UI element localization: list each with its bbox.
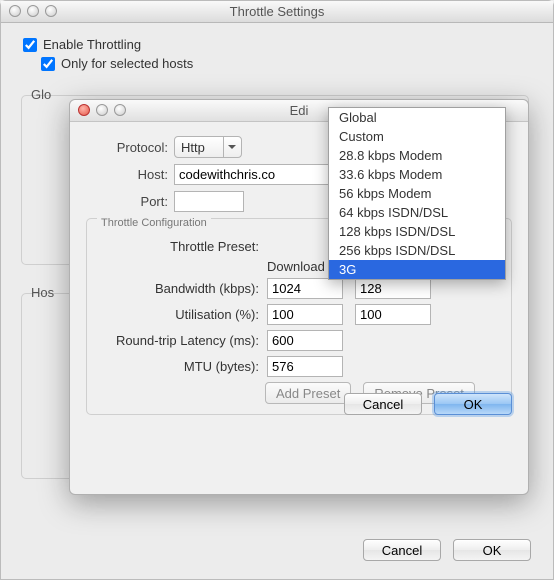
dialog-title: Edi: [290, 103, 309, 118]
only-selected-label: Only for selected hosts: [61, 56, 193, 71]
preset-option[interactable]: 3G: [329, 260, 505, 279]
bandwidth-row: Bandwidth (kbps):: [97, 278, 501, 299]
edit-host-dialog: Edi Protocol: Http Host: Port: Throttle …: [69, 99, 529, 495]
preset-option[interactable]: 128 kbps ISDN/DSL: [329, 222, 505, 241]
bandwidth-upload-input[interactable]: [355, 278, 431, 299]
outer-ok-button[interactable]: OK: [453, 539, 531, 561]
dialog-button-row: Cancel OK: [344, 393, 512, 415]
outer-body: Enable Throttling Only for selected host…: [1, 23, 553, 89]
window-title: Throttle Settings: [230, 4, 325, 19]
latency-label: Round-trip Latency (ms):: [97, 333, 259, 348]
throttle-preset-label: Throttle Preset:: [97, 239, 259, 254]
dialog-zoom-icon: [114, 104, 126, 116]
global-group-label-stub: Glo: [31, 87, 51, 102]
chevron-down-icon: [223, 137, 239, 157]
minimize-icon[interactable]: [27, 5, 39, 17]
close-icon[interactable]: [9, 5, 21, 17]
bandwidth-download-input[interactable]: [267, 278, 343, 299]
outer-titlebar: Throttle Settings: [1, 1, 553, 23]
preset-option[interactable]: 64 kbps ISDN/DSL: [329, 203, 505, 222]
utilisation-label: Utilisation (%):: [97, 307, 259, 322]
port-input[interactable]: [174, 191, 244, 212]
zoom-icon[interactable]: [45, 5, 57, 17]
enable-throttling-row: Enable Throttling: [23, 37, 537, 52]
preset-option[interactable]: 33.6 kbps Modem: [329, 165, 505, 184]
mtu-input[interactable]: [267, 356, 343, 377]
utilisation-download-input[interactable]: [267, 304, 343, 325]
protocol-label: Protocol:: [86, 140, 168, 155]
utilisation-upload-input[interactable]: [355, 304, 431, 325]
preset-option[interactable]: Custom: [329, 127, 505, 146]
only-selected-row: Only for selected hosts: [41, 56, 537, 71]
mtu-label: MTU (bytes):: [97, 359, 259, 374]
preset-option[interactable]: 256 kbps ISDN/DSL: [329, 241, 505, 260]
preset-option[interactable]: 28.8 kbps Modem: [329, 146, 505, 165]
dialog-cancel-button[interactable]: Cancel: [344, 393, 422, 415]
only-selected-checkbox[interactable]: [41, 57, 55, 71]
traffic-lights: [9, 5, 57, 17]
dialog-close-icon[interactable]: [78, 104, 90, 116]
preset-option[interactable]: 56 kbps Modem: [329, 184, 505, 203]
throttle-preset-dropdown[interactable]: GlobalCustom28.8 kbps Modem33.6 kbps Mod…: [328, 107, 506, 280]
bandwidth-label: Bandwidth (kbps):: [97, 281, 259, 296]
outer-cancel-button[interactable]: Cancel: [363, 539, 441, 561]
latency-input[interactable]: [267, 330, 343, 351]
latency-row: Round-trip Latency (ms):: [97, 330, 501, 351]
protocol-select[interactable]: Http: [174, 136, 242, 158]
enable-throttling-label: Enable Throttling: [43, 37, 141, 52]
utilisation-row: Utilisation (%):: [97, 304, 501, 325]
preset-option[interactable]: Global: [329, 108, 505, 127]
port-label: Port:: [86, 194, 168, 209]
host-label: Host:: [86, 167, 168, 182]
enable-throttling-checkbox[interactable]: [23, 38, 37, 52]
hosts-group-label-stub: Hos: [31, 285, 54, 300]
dialog-minimize-icon: [96, 104, 108, 116]
add-preset-button[interactable]: Add Preset: [265, 382, 351, 404]
outer-button-row: Cancel OK: [363, 539, 531, 561]
dialog-ok-button[interactable]: OK: [434, 393, 512, 415]
throttle-config-legend: Throttle Configuration: [97, 217, 211, 229]
protocol-value: Http: [181, 140, 205, 155]
dialog-traffic-lights: [78, 104, 126, 116]
mtu-row: MTU (bytes):: [97, 356, 501, 377]
